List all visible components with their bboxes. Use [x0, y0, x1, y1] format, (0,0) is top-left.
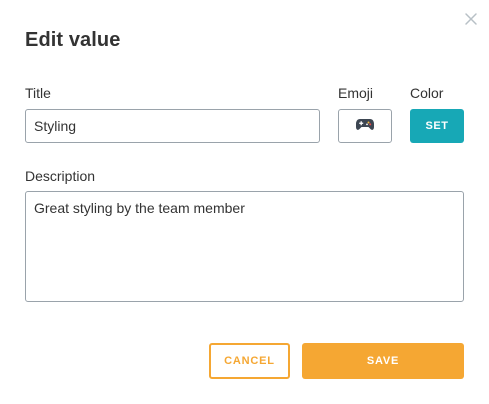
emoji-picker-button[interactable] — [338, 109, 392, 143]
game-controller-icon — [355, 116, 375, 137]
dialog-title: Edit value — [25, 29, 121, 51]
title-label: Title — [25, 85, 51, 101]
description-label: Description — [25, 168, 96, 184]
cancel-button[interactable]: CANCEL — [209, 343, 290, 379]
description-textarea[interactable]: Great styling by the team member — [25, 191, 464, 302]
edit-value-dialog: Edit value Title Emoji Color SET Descrip… — [0, 0, 489, 404]
emoji-label: Emoji — [338, 85, 374, 101]
title-input[interactable] — [25, 109, 320, 143]
set-color-button[interactable]: SET — [410, 109, 464, 143]
color-label: Color — [410, 85, 444, 101]
save-button[interactable]: SAVE — [302, 343, 464, 379]
close-icon[interactable] — [462, 10, 480, 28]
